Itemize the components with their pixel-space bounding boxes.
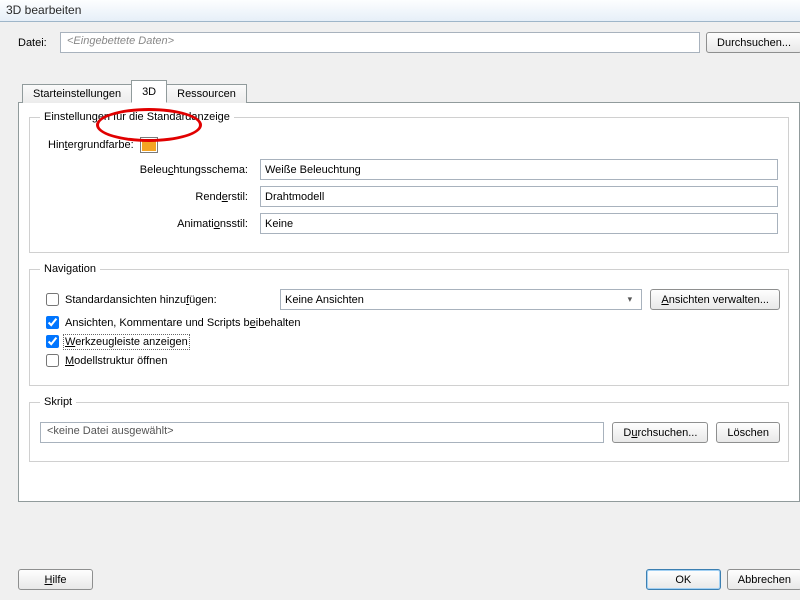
tab-3d[interactable]: 3D bbox=[131, 80, 167, 103]
views-combo[interactable]: Keine Ansichten ▾ bbox=[280, 289, 642, 310]
defaults-legend: Einstellungen für die Standardanzeige bbox=[40, 111, 234, 123]
script-browse-button[interactable]: Durchsuchen... bbox=[612, 422, 708, 443]
nav-legend: Navigation bbox=[40, 263, 100, 275]
defaults-group: Einstellungen für die Standardanzeige Hi… bbox=[29, 111, 789, 253]
toolbar-checkbox[interactable] bbox=[46, 335, 59, 348]
render-combo[interactable]: Drahtmodell bbox=[260, 186, 778, 207]
lighting-label: Beleuchtungsschema: bbox=[40, 164, 260, 176]
ok-button[interactable]: OK bbox=[646, 569, 721, 590]
window-title: 3D bearbeiten bbox=[6, 3, 81, 17]
chevron-down-icon: ▾ bbox=[622, 294, 637, 305]
bgcolor-swatch[interactable] bbox=[140, 137, 158, 153]
script-field[interactable]: <keine Datei ausgewählt> bbox=[40, 422, 604, 443]
file-row: Datei: <Eingebettete Daten> Durchsuchen.… bbox=[18, 32, 800, 53]
anim-value: Keine bbox=[265, 218, 293, 230]
toolbar-label: Werkzeugleiste anzeigen bbox=[65, 336, 188, 348]
script-value: <keine Datei ausgewählt> bbox=[47, 425, 174, 437]
cancel-button[interactable]: Abbrechen bbox=[727, 569, 800, 590]
lighting-combo[interactable]: Weiße Beleuchtung bbox=[260, 159, 778, 180]
script-legend: Skript bbox=[40, 396, 76, 408]
modeltree-label: Modellstruktur öffnen bbox=[65, 355, 168, 367]
tab-start[interactable]: Starteinstellungen bbox=[22, 84, 132, 103]
help-button[interactable]: Hilfe bbox=[18, 569, 93, 590]
script-group: Skript <keine Datei ausgewählt> Durchsuc… bbox=[29, 396, 789, 462]
file-label: Datei: bbox=[18, 37, 54, 49]
modeltree-checkbox[interactable] bbox=[46, 354, 59, 367]
nav-group: Navigation Standardansichten hinzufügen:… bbox=[29, 263, 789, 386]
bgcolor-label: Hintergrundfarbe: bbox=[40, 139, 140, 151]
script-clear-button[interactable]: Löschen bbox=[716, 422, 780, 443]
tabs-wrap: Starteinstellungen 3D Ressourcen Einstel… bbox=[18, 79, 800, 502]
manage-views-button[interactable]: Ansichten verwalten... bbox=[650, 289, 780, 310]
tab-strip: Starteinstellungen 3D Ressourcen bbox=[18, 79, 800, 102]
file-browse-button[interactable]: Durchsuchen... bbox=[706, 32, 800, 53]
dialog-window: 3D bearbeiten Datei: <Eingebettete Daten… bbox=[0, 0, 800, 600]
file-value: <Eingebettete Daten> bbox=[67, 35, 174, 47]
dialog-footer: Hilfe OK Abbrechen bbox=[0, 563, 800, 600]
anim-label: Animationsstil: bbox=[40, 218, 260, 230]
keep-checkbox[interactable] bbox=[46, 316, 59, 329]
views-value: Keine Ansichten bbox=[285, 294, 364, 306]
anim-combo[interactable]: Keine bbox=[260, 213, 778, 234]
title-bar: 3D bearbeiten bbox=[0, 0, 800, 22]
keep-label: Ansichten, Kommentare und Scripts beibeh… bbox=[65, 317, 300, 329]
tab-panel-3d: Einstellungen für die Standardanzeige Hi… bbox=[18, 102, 800, 502]
lighting-value: Weiße Beleuchtung bbox=[265, 164, 361, 176]
addviews-label: Standardansichten hinzufügen: bbox=[65, 294, 217, 306]
tab-resources[interactable]: Ressourcen bbox=[166, 84, 247, 103]
addviews-checkbox[interactable] bbox=[46, 293, 59, 306]
file-field[interactable]: <Eingebettete Daten> bbox=[60, 32, 700, 53]
dialog-content: Datei: <Eingebettete Daten> Durchsuchen.… bbox=[0, 22, 800, 563]
render-label: Renderstil: bbox=[40, 191, 260, 203]
render-value: Drahtmodell bbox=[265, 191, 324, 203]
